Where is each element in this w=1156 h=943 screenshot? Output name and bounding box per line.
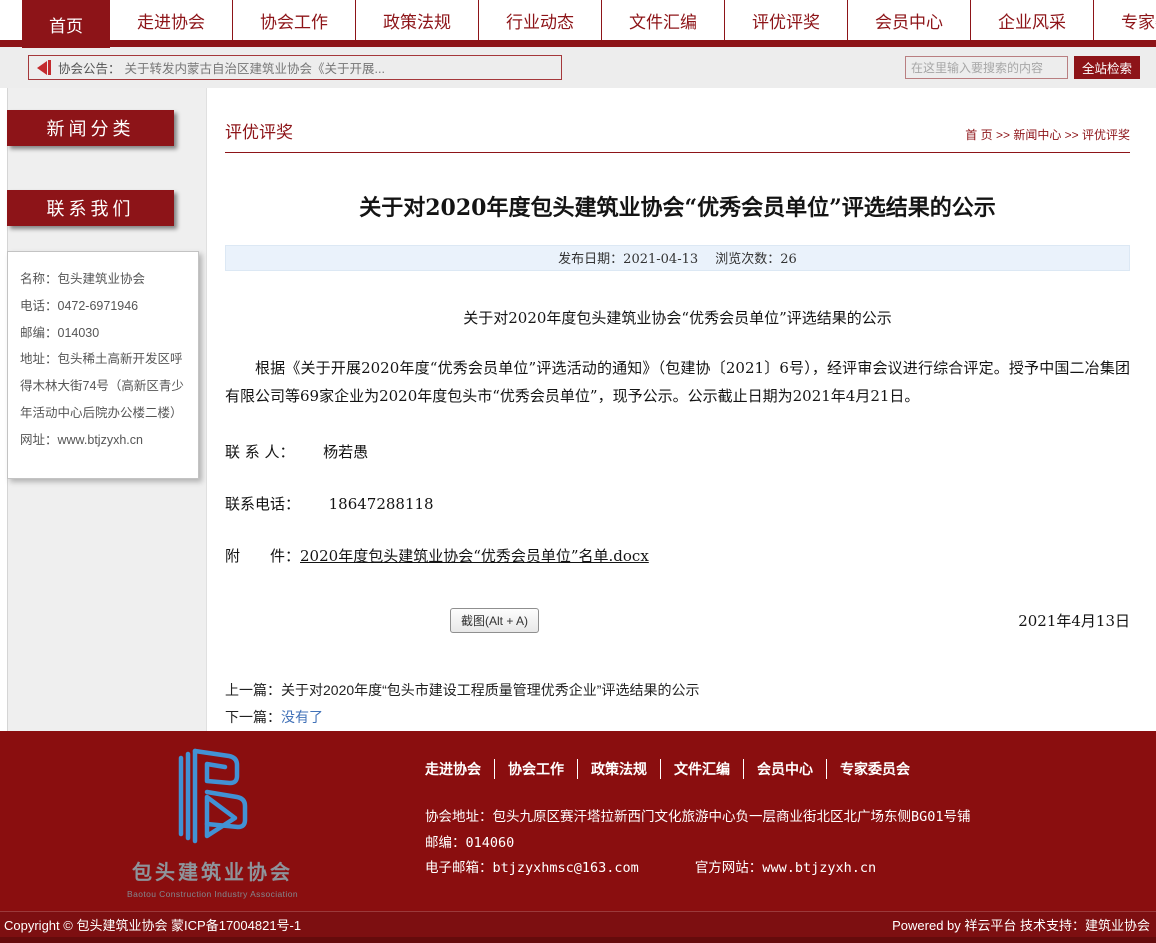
attachment-link[interactable]: 2020年度包头建筑业协会“优秀会员单位”名单.docx — [300, 547, 649, 565]
nav-item-8[interactable]: 企业风采 — [970, 0, 1093, 40]
article-subtitle: 关于对2020年度包头建筑业协会“优秀会员单位”评选结果的公示 — [225, 307, 1130, 328]
sidebar-news-category-button[interactable]: 新闻分类 — [7, 110, 174, 146]
nav-item-9[interactable]: 专家委员会 — [1093, 0, 1156, 40]
nav-item-4[interactable]: 行业动态 — [478, 0, 601, 40]
contact-card-line-1: 电话：0472-6971946 — [20, 293, 186, 320]
article-title: 关于对2020年度包头建筑业协会“优秀会员单位”评选结果的公示 — [225, 190, 1130, 222]
section-header: 评优评奖 首 页 >> 新闻中心 >> 评优评奖 — [225, 88, 1130, 153]
sidebar: 新闻分类 联系我们 名称：包头建筑业协会电话：0472-6971946邮编：01… — [0, 88, 207, 731]
screenshot-button[interactable]: 截图(Alt + A) — [450, 608, 539, 633]
contact-person-line: 联 系 人： 杨若愚 — [225, 441, 1130, 462]
page: 首页走进协会协会工作政策法规行业动态文件汇编评优评奖会员中心企业风采专家委员会 … — [0, 0, 1156, 943]
next-row: 下一篇：没有了 — [225, 704, 1130, 731]
content-region: 新闻分类 联系我们 名称：包头建筑业协会电话：0472-6971946邮编：01… — [0, 88, 1156, 731]
nav-item-7[interactable]: 会员中心 — [847, 0, 970, 40]
screenshot-row: 截图(Alt + A) 2021年4月13日 — [225, 608, 1130, 633]
sidebar-contact-card: 名称：包头建筑业协会电话：0472-6971946邮编：014030地址：包头稀… — [7, 251, 199, 479]
nav-underline-strip — [0, 40, 1156, 47]
contact-card-line-3: 地址：包头稀土高新开发区呼得木林大街74号（高新区青少年活动中心后院办公楼二楼） — [20, 346, 186, 427]
copyright-bar: Copyright © 包头建筑业协会 蒙ICP备17004821号-1 Pow… — [0, 911, 1156, 938]
contact-phone-line: 联系电话： 18647288118 — [225, 493, 1130, 514]
powered-by-text: Powered by 祥云平台 技术支持：建筑业协会 — [892, 915, 1150, 934]
footer-logo-subtitle: Baotou Construction Industry Association — [127, 889, 298, 899]
next-article-link[interactable]: 没有了 — [281, 709, 323, 725]
footer-address: 协会地址：包头九原区赛汗塔拉新西门文化旅游中心负一层商业街北区北广场东侧BG01… — [425, 805, 1156, 831]
prev-label: 上一篇： — [225, 682, 281, 698]
attachment-label: 附 件： — [225, 547, 300, 565]
announcement-label: 协会公告： — [58, 58, 121, 77]
footer-site[interactable]: 官方网站：www.btjzyxh.cn — [695, 860, 876, 876]
footer-email[interactable]: 电子邮箱：btjzyxhmsc@163.com — [425, 860, 639, 876]
nav-item-2[interactable]: 协会工作 — [232, 0, 355, 40]
article: 关于对2020年度包头建筑业协会“优秀会员单位”评选结果的公示 发布日期：202… — [225, 190, 1130, 634]
main-content: 评优评奖 首 页 >> 新闻中心 >> 评优评奖 关于对2020年度包头建筑业协… — [207, 88, 1156, 731]
nav-item-6[interactable]: 评优评奖 — [724, 0, 847, 40]
speaker-icon — [37, 60, 51, 75]
contact-card-line-0: 名称：包头建筑业协会 — [20, 266, 186, 293]
next-label: 下一篇： — [225, 709, 281, 725]
association-logo-icon — [167, 742, 259, 846]
contact-card-line-2: 邮编：014030 — [20, 320, 186, 347]
footer-nav: 走进协会协会工作政策法规文件汇编会员中心专家委员会 — [425, 759, 1156, 779]
announcement-text[interactable]: 关于转发内蒙古自治区建筑业协会《关于开展... — [125, 58, 385, 77]
article-paragraph: 根据《关于开展2020年度“优秀会员单位”评选活动的通知》（包建协〔2021〕6… — [225, 355, 1130, 411]
footer-nav-item-5[interactable]: 专家委员会 — [826, 759, 923, 779]
top-nav: 首页走进协会协会工作政策法规行业动态文件汇编评优评奖会员中心企业风采专家委员会 — [0, 0, 1156, 40]
article-date: 2021年4月13日 — [1018, 610, 1130, 631]
contact-card-line-4: 网址：www.btjzyxh.cn — [20, 427, 186, 454]
footer-zip: 邮编：014060 — [425, 831, 1156, 857]
prev-next-block: 上一篇：关于对2020年度“包头市建设工程质量管理优秀企业”评选结果的公示 下一… — [225, 677, 1130, 730]
copyright-text: Copyright © 包头建筑业协会 蒙ICP备17004821号-1 — [4, 915, 301, 934]
footer-email-line: 电子邮箱：btjzyxhmsc@163.com 官方网站：www.btjzyxh.… — [425, 856, 1156, 882]
footer: 包头建筑业协会 Baotou Construction Industry Ass… — [0, 731, 1156, 911]
article-meta-bar: 发布日期：2021-04-13 浏览次数：26 — [225, 245, 1130, 271]
breadcrumb[interactable]: 首 页 >> 新闻中心 >> 评优评奖 — [965, 126, 1130, 143]
announcement-bar: 协会公告： 关于转发内蒙古自治区建筑业协会《关于开展... 全站检索 — [0, 47, 1156, 87]
footer-info: 走进协会协会工作政策法规文件汇编会员中心专家委员会 协会地址：包头九原区赛汗塔拉… — [425, 759, 1156, 882]
section-title: 评优评奖 — [225, 118, 293, 143]
sidebar-contact-us-button[interactable]: 联系我们 — [7, 190, 174, 226]
search-input[interactable] — [905, 56, 1068, 79]
footer-logo-name: 包头建筑业协会 — [132, 856, 293, 885]
attachment-line: 附 件：2020年度包头建筑业协会“优秀会员单位”名单.docx — [225, 545, 1130, 566]
announcement-box[interactable]: 协会公告： 关于转发内蒙古自治区建筑业协会《关于开展... — [28, 55, 562, 80]
prev-row: 上一篇：关于对2020年度“包头市建设工程质量管理优秀企业”评选结果的公示 — [225, 677, 1130, 704]
footer-nav-item-3[interactable]: 文件汇编 — [660, 759, 743, 779]
prev-article-link[interactable]: 关于对2020年度“包头市建设工程质量管理优秀企业”评选结果的公示 — [281, 682, 699, 698]
footer-nav-item-2[interactable]: 政策法规 — [577, 759, 660, 779]
footer-nav-item-1[interactable]: 协会工作 — [494, 759, 577, 779]
nav-item-3[interactable]: 政策法规 — [355, 0, 478, 40]
search-button[interactable]: 全站检索 — [1074, 56, 1140, 79]
footer-logo-block: 包头建筑业协会 Baotou Construction Industry Ass… — [0, 742, 425, 899]
nav-item-0[interactable]: 首页 — [22, 0, 110, 48]
footer-nav-item-4[interactable]: 会员中心 — [743, 759, 826, 779]
nav-item-5[interactable]: 文件汇编 — [601, 0, 724, 40]
nav-item-1[interactable]: 走进协会 — [110, 0, 232, 40]
bottom-strip — [0, 937, 1156, 943]
footer-nav-item-0[interactable]: 走进协会 — [425, 759, 494, 779]
